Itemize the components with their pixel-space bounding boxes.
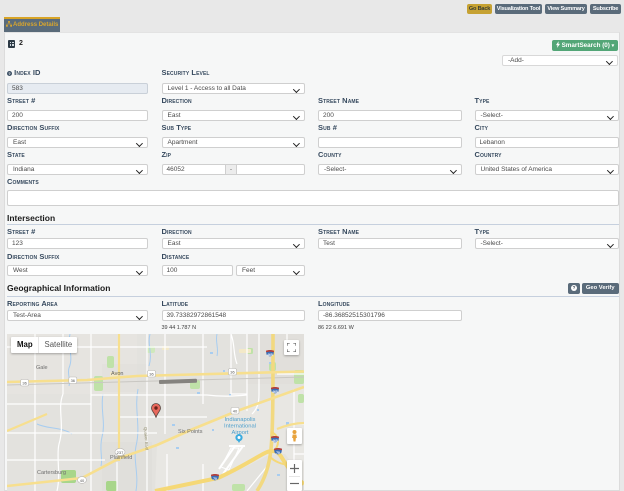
svg-text:36: 36 <box>149 372 154 377</box>
svg-text:465: 465 <box>272 390 278 394</box>
svg-text:36: 36 <box>71 378 76 383</box>
svg-text:Cartersburg: Cartersburg <box>37 470 66 476</box>
svg-text:40: 40 <box>80 478 85 483</box>
svg-text:40: 40 <box>233 409 238 414</box>
svg-text:465: 465 <box>272 439 278 443</box>
svg-text:70: 70 <box>276 451 280 455</box>
svg-text:237: 237 <box>117 450 124 455</box>
svg-text:Plainfield: Plainfield <box>110 455 132 461</box>
svg-text:Six Points: Six Points <box>178 429 203 435</box>
svg-text:465: 465 <box>267 353 273 357</box>
svg-text:36: 36 <box>22 381 27 386</box>
svg-text:70: 70 <box>213 477 217 481</box>
svg-text:Avon: Avon <box>111 371 123 377</box>
svg-text:Gale: Gale <box>36 365 48 371</box>
svg-text:International: International <box>224 424 256 430</box>
svg-text:Indianapolis: Indianapolis <box>225 417 256 423</box>
svg-text:36: 36 <box>230 370 235 375</box>
